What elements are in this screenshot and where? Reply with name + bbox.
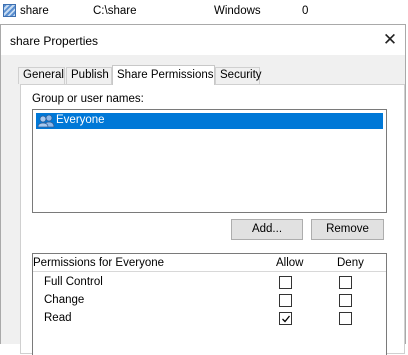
share-type: Windows (214, 5, 261, 17)
permissions-header: Permissions for Everyone Allow Deny (33, 254, 386, 272)
tab-share-permissions[interactable]: Share Permissions (112, 65, 215, 85)
permission-name: Full Control (44, 276, 103, 288)
tab-publish[interactable]: Publish (66, 67, 112, 84)
permission-row-read: Read (33, 310, 386, 328)
deny-checkbox[interactable] (339, 312, 352, 325)
permission-name: Change (44, 294, 85, 306)
list-item-everyone[interactable]: Everyone (36, 113, 383, 129)
share-list-row[interactable]: share C:\share Windows 0 (0, 0, 408, 22)
remove-button[interactable]: Remove (311, 219, 384, 240)
close-button[interactable]: ✕ (375, 25, 405, 55)
share-path: C:\share (93, 5, 137, 17)
checkmark-icon (282, 315, 291, 323)
dialog-titlebar[interactable]: share Properties ✕ (1, 25, 405, 55)
properties-dialog: share Properties ✕ General Publish Share… (0, 24, 406, 355)
permission-row-change: Change (33, 292, 386, 310)
deny-checkbox[interactable] (339, 294, 352, 307)
deny-checkbox[interactable] (339, 276, 352, 289)
users-icon (37, 114, 55, 128)
share-count: 0 (302, 5, 309, 17)
allow-checkbox[interactable] (279, 276, 292, 289)
dialog-title: share Properties (10, 34, 99, 48)
allow-column-header: Allow (276, 257, 304, 269)
group-user-names-label: Group or user names: (32, 93, 144, 105)
user-list[interactable]: Everyone (32, 109, 387, 213)
permissions-list: Permissions for Everyone Allow Deny Full… (32, 253, 387, 355)
permission-row-full-control: Full Control (33, 274, 386, 292)
add-button[interactable]: Add... (231, 219, 303, 240)
share-name: share (20, 5, 49, 17)
allow-checkbox[interactable] (279, 294, 292, 307)
deny-column-header: Deny (337, 257, 364, 269)
share-folder-icon (3, 4, 16, 17)
tab-security[interactable]: Security (215, 67, 262, 84)
close-icon: ✕ (382, 30, 398, 49)
allow-checkbox[interactable] (279, 312, 292, 325)
share-permissions-panel: Group or user names: Everyone Add... Rem… (20, 84, 405, 355)
permission-name: Read (44, 312, 72, 324)
permissions-for-label: Permissions for Everyone (33, 257, 165, 269)
user-name: Everyone (56, 114, 105, 126)
tab-general[interactable]: General (18, 67, 65, 84)
